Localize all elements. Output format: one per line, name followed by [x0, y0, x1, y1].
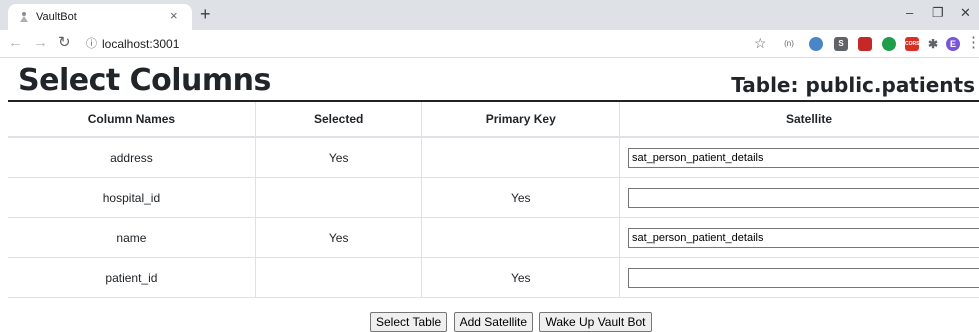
header-satellite: Satellite — [618, 100, 979, 138]
bookmark-star-icon[interactable]: ☆ — [754, 35, 767, 51]
table-name-heading: Table: public.patients — [731, 73, 975, 97]
columns-table: Column Names Selected Primary Key Satell… — [8, 100, 979, 298]
ext-s-icon[interactable]: S — [834, 37, 848, 51]
table-row[interactable]: patient_id Yes — [8, 257, 979, 298]
selected-cell — [254, 177, 422, 218]
page-title: Select Columns — [18, 63, 271, 98]
vaultbot-favicon-icon — [20, 12, 28, 22]
satellite-cell — [618, 257, 979, 298]
satellite-cell — [618, 217, 979, 258]
selected-cell — [254, 257, 422, 298]
satellite-cell — [618, 177, 979, 218]
table-row[interactable]: address Yes — [8, 136, 979, 178]
column-name-cell[interactable]: name — [8, 217, 256, 258]
satellite-input[interactable] — [627, 187, 979, 208]
ext-green-icon[interactable] — [882, 37, 896, 51]
selected-cell: Yes — [254, 136, 422, 178]
tab-title: VaultBot — [36, 11, 77, 23]
puzzle-icon[interactable]: ✱ — [926, 37, 940, 51]
select-table-button[interactable]: Select Table — [370, 312, 448, 332]
add-satellite-button[interactable]: Add Satellite — [453, 312, 533, 332]
browser-tab[interactable]: VaultBot × — [8, 4, 192, 30]
info-icon[interactable]: ⓘ — [86, 37, 97, 51]
reload-icon[interactable]: ↻ — [58, 34, 71, 52]
forward-icon[interactable]: → — [33, 34, 48, 52]
browser-tab-strip: VaultBot × + – ❐ ✕ — [0, 0, 979, 30]
tab-close-icon[interactable]: × — [170, 9, 178, 23]
header-primary-key: Primary Key — [421, 100, 620, 138]
action-buttons: Select Table Add Satellite Wake Up Vault… — [370, 312, 654, 332]
satellite-input[interactable] — [627, 267, 979, 288]
header-selected: Selected — [254, 100, 422, 138]
ext-blue-circle-icon[interactable] — [809, 37, 823, 51]
browser-toolbar: ← → ↻ ⓘ localhost:3001 ☆ (n) S CORS ✱ E … — [0, 30, 979, 58]
ext-red-icon[interactable] — [858, 37, 872, 51]
satellite-input[interactable] — [627, 147, 979, 168]
column-name-cell[interactable]: hospital_id — [8, 177, 256, 218]
primary-key-cell: Yes — [421, 177, 620, 218]
table-row[interactable]: hospital_id Yes — [8, 177, 979, 218]
ext-cors-icon[interactable]: CORS — [905, 37, 919, 51]
menu-dots-icon[interactable]: ⋮ — [966, 34, 979, 52]
satellite-cell — [618, 136, 979, 178]
column-name-cell[interactable]: address — [8, 136, 256, 178]
profile-avatar-icon[interactable]: E — [946, 37, 960, 51]
close-window-icon[interactable]: ✕ — [960, 6, 971, 20]
new-tab-button[interactable]: + — [200, 5, 211, 23]
satellite-input[interactable] — [627, 227, 979, 248]
back-icon[interactable]: ← — [8, 34, 23, 52]
primary-key-cell — [421, 217, 620, 258]
table-header-row: Column Names Selected Primary Key Satell… — [8, 100, 979, 138]
header-column-names: Column Names — [8, 100, 256, 138]
table-row[interactable]: name Yes — [8, 217, 979, 258]
primary-key-cell — [421, 136, 620, 178]
selected-cell: Yes — [254, 217, 422, 258]
address-bar[interactable]: localhost:3001 — [102, 37, 179, 51]
column-name-cell[interactable]: patient_id — [8, 257, 256, 298]
wake-up-vault-bot-button[interactable]: Wake Up Vault Bot — [539, 312, 652, 332]
primary-key-cell: Yes — [421, 257, 620, 298]
restore-icon[interactable]: ❐ — [932, 6, 944, 20]
minimize-icon[interactable]: – — [906, 6, 913, 20]
ext-label-icon[interactable]: (n) — [782, 37, 796, 51]
